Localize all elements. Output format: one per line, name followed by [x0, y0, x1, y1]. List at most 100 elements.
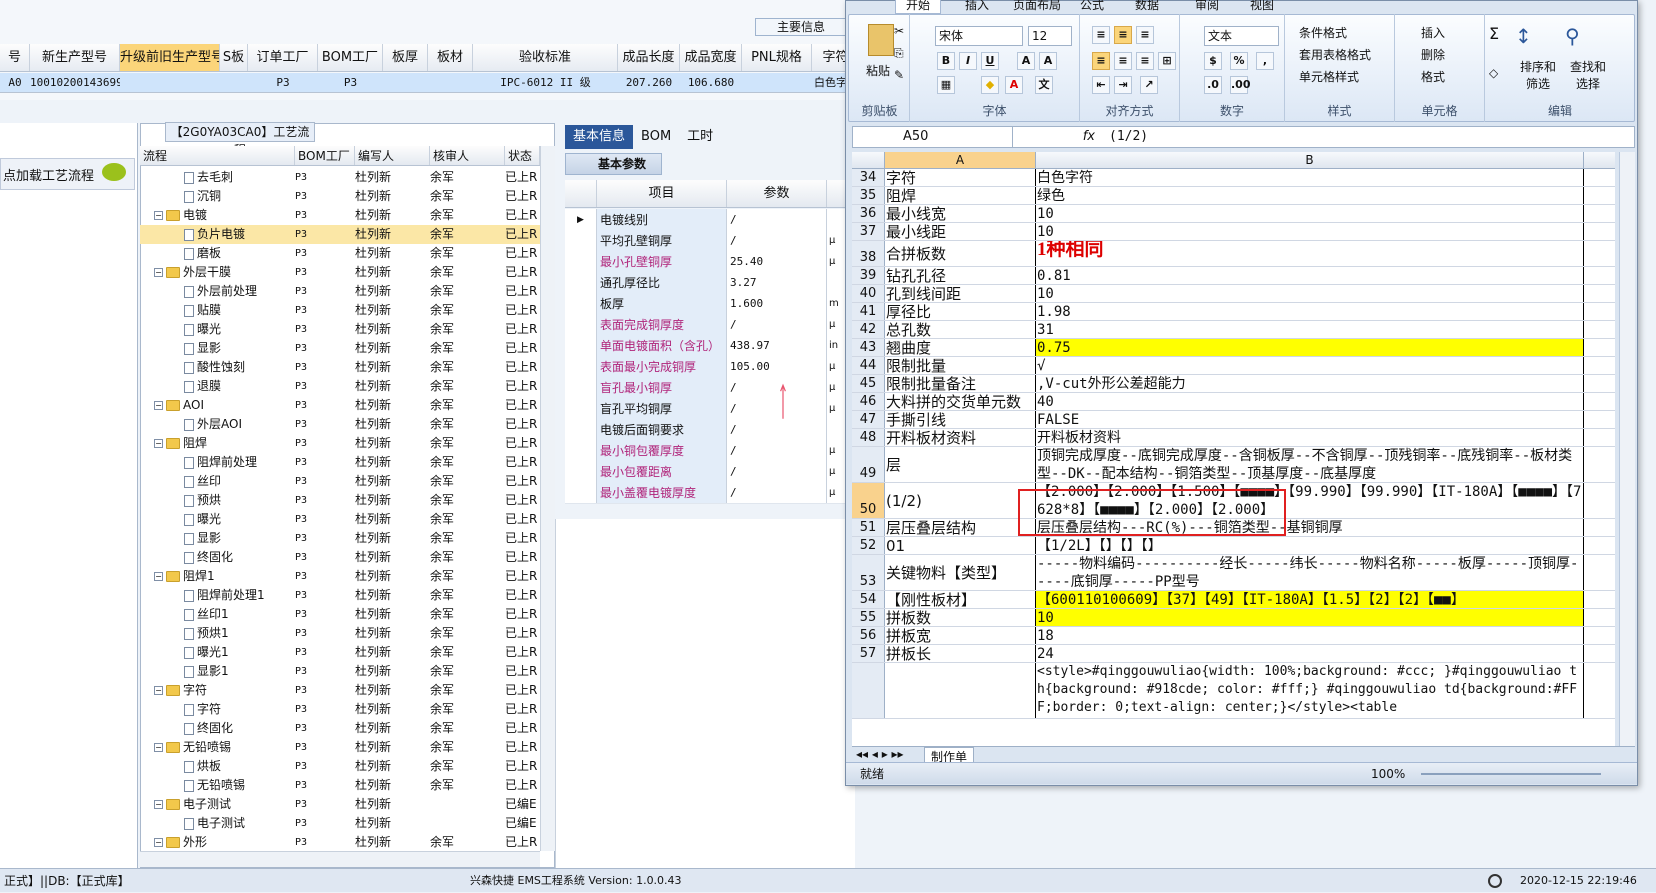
- column-b-header[interactable]: B: [1036, 152, 1584, 168]
- sheet-row[interactable]: 56 拼板宽 18: [852, 627, 1615, 645]
- row-number[interactable]: 39: [852, 267, 885, 284]
- param-value[interactable]: /: [727, 209, 827, 230]
- cell-b[interactable]: 40: [1036, 393, 1584, 410]
- sheet-row[interactable]: 40 孔到线间距 10: [852, 285, 1615, 303]
- param-row[interactable]: 通孔厚径比 3.27: [565, 272, 855, 294]
- select-all-corner[interactable]: [852, 152, 885, 168]
- top-cell[interactable]: [120, 73, 220, 92]
- zoom-level[interactable]: 100%: [1371, 763, 1405, 785]
- font-size-select[interactable]: 12: [1028, 26, 1072, 46]
- border-icon[interactable]: ▦: [937, 76, 955, 94]
- row-number[interactable]: 53: [852, 555, 885, 590]
- sheet-vertical-scrollbar[interactable]: [1619, 152, 1635, 746]
- param-value[interactable]: /: [727, 461, 827, 482]
- param-row[interactable]: 单面电镀面积（含孔） 438.97 in: [565, 335, 855, 357]
- param-value[interactable]: /: [727, 482, 827, 503]
- merge-icon[interactable]: ⊞: [1158, 52, 1176, 70]
- top-cell[interactable]: P3: [318, 73, 383, 92]
- process-row[interactable]: 阻焊前处理1 P3 杜列新 余军 已上R: [140, 586, 540, 605]
- cell-a[interactable]: 手撕引线: [885, 411, 1036, 428]
- cell-a[interactable]: 层压叠层结构: [885, 519, 1036, 536]
- cell-b[interactable]: 顶铜完成厚度--底铜完成厚度--含铜板厚--不含铜厚--顶残铜率--底残铜率--…: [1036, 447, 1584, 482]
- ribbon-tab[interactable]: 插入: [965, 0, 989, 13]
- process-row[interactable]: − 阻焊1 P3 杜列新 余军 已上R: [140, 567, 540, 586]
- formula-input[interactable]: (1/2): [1103, 127, 1634, 147]
- cell-a[interactable]: [885, 663, 1036, 718]
- param-value[interactable]: 1.600: [727, 293, 827, 314]
- cell-a[interactable]: 01: [885, 537, 1036, 554]
- cell-b[interactable]: 绿色: [1036, 187, 1584, 204]
- row-number[interactable]: 46: [852, 393, 885, 410]
- collapse-icon[interactable]: −: [154, 268, 163, 277]
- percent-icon[interactable]: %: [1230, 52, 1248, 70]
- cell-b[interactable]: 18: [1036, 627, 1584, 644]
- sheet-row[interactable]: 45 限制批量备注 ,V-cut外形公差超能力: [852, 375, 1615, 393]
- cell-b[interactable]: ,V-cut外形公差超能力: [1036, 375, 1584, 392]
- process-col-header[interactable]: 编写人: [355, 146, 430, 165]
- process-vertical-scrollbar[interactable]: [540, 146, 555, 851]
- process-row[interactable]: 去毛刺 P3 杜列新 余军 已上R: [140, 168, 540, 187]
- sort-filter-button[interactable]: 排序和筛选: [1515, 58, 1561, 92]
- align-right-icon[interactable]: ≡: [1136, 52, 1154, 70]
- row-number[interactable]: 52: [852, 537, 885, 554]
- info-tab[interactable]: 工时: [679, 125, 721, 149]
- top-col-header[interactable]: 板材: [428, 44, 473, 71]
- row-number[interactable]: 45: [852, 375, 885, 392]
- decrease-decimal-icon[interactable]: .00: [1230, 76, 1251, 94]
- align-left-icon[interactable]: ≡: [1092, 52, 1110, 70]
- process-row[interactable]: 预烘 P3 杜列新 余军 已上R: [140, 491, 540, 510]
- row-number[interactable]: 49: [852, 447, 885, 482]
- cell-a[interactable]: 厚径比: [885, 303, 1036, 320]
- process-col-header[interactable]: BOM工厂: [295, 146, 355, 165]
- clear-icon[interactable]: ◇: [1489, 66, 1498, 80]
- row-number[interactable]: 36: [852, 205, 885, 222]
- sheet-row[interactable]: 55 拼板数 10: [852, 609, 1615, 627]
- param-row[interactable]: 平均孔壁铜厚 / μ: [565, 230, 855, 252]
- param-row[interactable]: 板厚 1.600 m: [565, 293, 855, 315]
- paste-label[interactable]: 粘贴: [866, 62, 890, 79]
- font-color-icon[interactable]: A: [1005, 76, 1023, 94]
- top-col-header[interactable]: 订单工厂: [248, 44, 318, 71]
- param-row[interactable]: 表面最小完成铜厚 105.00 μ: [565, 356, 855, 378]
- row-number[interactable]: 48: [852, 429, 885, 446]
- param-value[interactable]: 25.40: [727, 251, 827, 272]
- param-value[interactable]: 438.97: [727, 335, 827, 356]
- process-row[interactable]: 电子测试 P3 杜列新 已编E: [140, 814, 540, 833]
- ribbon-tab[interactable]: 审阅: [1195, 0, 1219, 13]
- collapse-icon[interactable]: −: [154, 572, 163, 581]
- underline-icon[interactable]: U: [981, 52, 999, 70]
- cell-b[interactable]: 24: [1036, 645, 1584, 662]
- collapse-icon[interactable]: −: [154, 800, 163, 809]
- cell-a[interactable]: 最小线宽: [885, 205, 1036, 222]
- delete-cells-button[interactable]: 删除: [1421, 46, 1445, 63]
- insert-cells-button[interactable]: 插入: [1421, 24, 1445, 41]
- sheet-row[interactable]: 47 手撕引线 FALSE: [852, 411, 1615, 429]
- row-number[interactable]: 43: [852, 339, 885, 356]
- process-row[interactable]: 显影 P3 杜列新 余军 已上R: [140, 529, 540, 548]
- top-cell[interactable]: [742, 73, 812, 92]
- process-row[interactable]: 酸性蚀刻 P3 杜列新 余军 已上R: [140, 358, 540, 377]
- align-top-icon[interactable]: ≡: [1092, 26, 1110, 44]
- process-row[interactable]: 无铅喷锡 P3 杜列新 余军 已上R: [140, 776, 540, 795]
- process-row[interactable]: 外层AOI P3 杜列新 余军 已上R: [140, 415, 540, 434]
- process-row[interactable]: 显影 P3 杜列新 余军 已上R: [140, 339, 540, 358]
- row-number[interactable]: 51: [852, 519, 885, 536]
- sum-icon[interactable]: Σ: [1489, 24, 1499, 43]
- cell-a[interactable]: 字符: [885, 169, 1036, 186]
- cell-a[interactable]: 开料板材资料: [885, 429, 1036, 446]
- process-row[interactable]: 曝光1 P3 杜列新 余军 已上R: [140, 643, 540, 662]
- cell-a[interactable]: 钻孔孔径: [885, 267, 1036, 284]
- param-value[interactable]: /: [727, 314, 827, 335]
- row-number[interactable]: 38: [852, 241, 885, 266]
- sheet-row[interactable]: 38 合拼板数 1种相同: [852, 241, 1615, 267]
- process-row[interactable]: 字符 P3 杜列新 余军 已上R: [140, 700, 540, 719]
- param-row[interactable]: 最小包覆距离 / μ: [565, 461, 855, 483]
- find-select-icon[interactable]: ⚲: [1565, 24, 1580, 48]
- row-number[interactable]: 47: [852, 411, 885, 428]
- row-number[interactable]: 34: [852, 169, 885, 186]
- process-row[interactable]: 退膜 P3 杜列新 余军 已上R: [140, 377, 540, 396]
- cell-b[interactable]: 10: [1036, 205, 1584, 222]
- sheet-row[interactable]: <style>#qinggouwuliao{width: 100%;backgr…: [852, 663, 1615, 719]
- row-number[interactable]: 57: [852, 645, 885, 662]
- top-cell[interactable]: A0: [0, 73, 30, 92]
